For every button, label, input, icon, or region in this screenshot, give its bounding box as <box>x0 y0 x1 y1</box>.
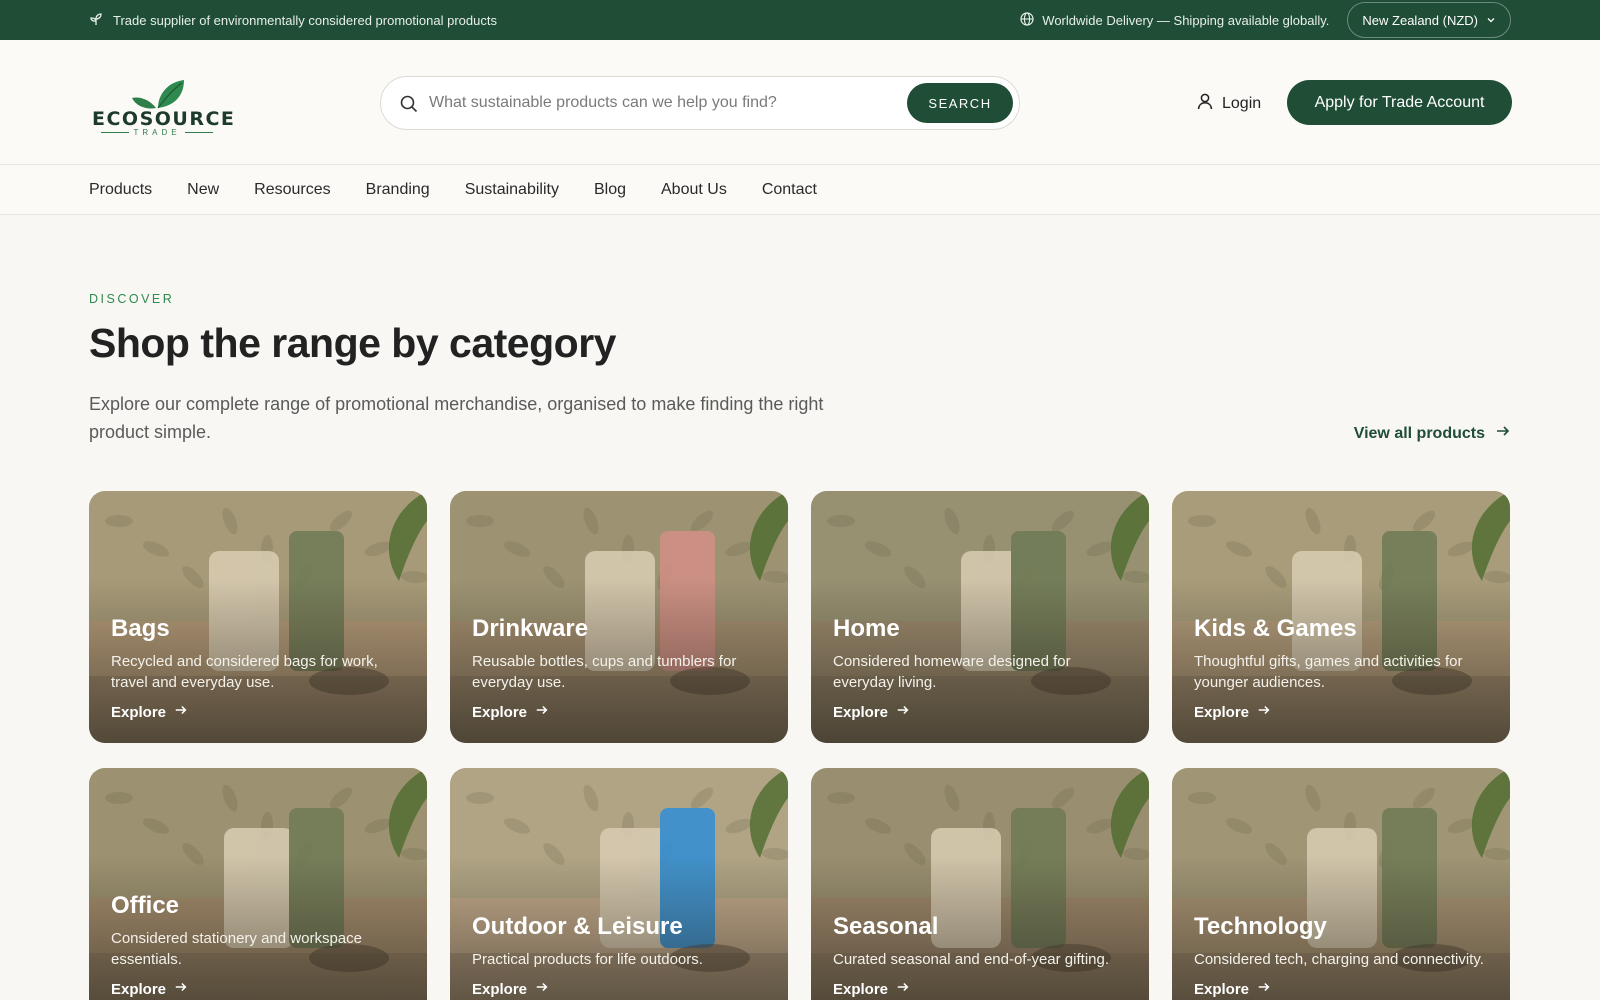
explore-link[interactable]: Explore <box>111 980 405 998</box>
tagline-group: Trade supplier of environmentally consid… <box>89 0 497 40</box>
category-name: Technology <box>1194 913 1327 940</box>
section-title: Shop the range by category <box>89 320 616 366</box>
category-card-outdoor-leisure[interactable]: Outdoor & Leisure Practical products for… <box>450 768 788 1000</box>
explore-label: Explore <box>472 703 528 721</box>
section-eyebrow: DISCOVER <box>89 292 175 306</box>
arrow-right-icon <box>896 980 910 998</box>
tagline-text: Trade supplier of environmentally consid… <box>113 12 497 28</box>
category-description: Thoughtful gifts, games and activities f… <box>1194 653 1463 691</box>
nav-item-products[interactable]: Products <box>89 181 152 199</box>
arrow-right-icon <box>1257 703 1271 721</box>
user-icon <box>1196 92 1214 115</box>
arrow-right-icon <box>1257 980 1271 998</box>
nav-item-resources[interactable]: Resources <box>254 181 330 199</box>
category-description: Considered stationery and workspace esse… <box>111 930 362 968</box>
category-description: Considered homeware designed for everyda… <box>833 653 1071 691</box>
explore-link[interactable]: Explore <box>111 703 405 721</box>
explore-label: Explore <box>833 980 889 998</box>
region-value: New Zealand (NZD) <box>1362 12 1478 28</box>
explore-link[interactable]: Explore <box>1194 703 1488 721</box>
search-bar: SEARCH <box>380 76 1020 130</box>
arrow-right-icon <box>535 703 549 721</box>
apply-trade-account-button[interactable]: Apply for Trade Account <box>1287 80 1512 125</box>
category-card-kids-games[interactable]: Kids & Games Thoughtful gifts, games and… <box>1172 491 1510 743</box>
chevron-down-icon <box>1486 13 1496 28</box>
search-icon <box>399 94 419 114</box>
view-all-label: View all products <box>1353 424 1485 442</box>
category-card-office[interactable]: Office Considered stationery and workspa… <box>89 768 427 1000</box>
category-name: Outdoor & Leisure <box>472 913 683 940</box>
category-description: Considered tech, charging and connectivi… <box>1194 951 1484 968</box>
category-description: Practical products for life outdoors. <box>472 951 703 968</box>
nav-item-new[interactable]: New <box>187 181 219 199</box>
nav-item-about-us[interactable]: About Us <box>661 181 727 199</box>
explore-label: Explore <box>111 703 167 721</box>
explore-label: Explore <box>833 703 889 721</box>
explore-label: Explore <box>111 980 167 998</box>
delivery-text: Worldwide Delivery — Shipping available … <box>1042 12 1330 28</box>
top-announcement-bar: Trade supplier of environmentally consid… <box>0 0 1600 40</box>
category-card-home[interactable]: Home Considered homeware designed for ev… <box>811 491 1149 743</box>
explore-link[interactable]: Explore <box>833 980 1127 998</box>
leaf-logo-icon <box>132 80 184 109</box>
explore-label: Explore <box>1194 980 1250 998</box>
nav-item-blog[interactable]: Blog <box>594 181 626 199</box>
category-card-bags[interactable]: Bags Recycled and considered bags for wo… <box>89 491 427 743</box>
login-link[interactable]: Login <box>1196 92 1261 115</box>
explore-link[interactable]: Explore <box>833 703 1127 721</box>
logo-subtext: TRADE <box>92 128 222 137</box>
main-navigation: Products New Resources Branding Sustaina… <box>0 165 1600 215</box>
category-name: Seasonal <box>833 913 939 940</box>
category-card-technology[interactable]: Technology Considered tech, charging and… <box>1172 768 1510 1000</box>
category-name: Kids & Games <box>1194 615 1357 642</box>
category-card-drinkware[interactable]: Drinkware Reusable bottles, cups and tum… <box>450 491 788 743</box>
globe-icon <box>1020 11 1034 29</box>
delivery-info: Worldwide Delivery — Shipping available … <box>1020 11 1330 29</box>
category-description: Reusable bottles, cups and tumblers for … <box>472 653 737 691</box>
arrow-right-icon <box>535 980 549 998</box>
arrow-right-icon <box>1495 423 1511 444</box>
explore-link[interactable]: Explore <box>1194 980 1488 998</box>
explore-label: Explore <box>1194 703 1250 721</box>
category-description: Recycled and considered bags for work, t… <box>111 653 378 691</box>
ecosource-logo[interactable]: ECOSOURCE TRADE <box>92 70 236 137</box>
region-selector[interactable]: New Zealand (NZD) <box>1347 2 1511 38</box>
nav-item-branding[interactable]: Branding <box>366 181 430 199</box>
view-all-products-link[interactable]: View all products <box>1354 423 1511 444</box>
arrow-right-icon <box>174 980 188 998</box>
logo-wordmark: ECOSOURCE <box>92 108 236 130</box>
category-description: Curated seasonal and end-of-year gifting… <box>833 951 1110 968</box>
category-name: Bags <box>111 615 170 642</box>
arrow-right-icon <box>174 703 188 721</box>
sprout-icon <box>89 12 103 29</box>
category-name: Drinkware <box>472 615 589 642</box>
category-name: Home <box>833 615 900 642</box>
search-input[interactable] <box>429 85 889 121</box>
arrow-right-icon <box>896 703 910 721</box>
login-label: Login <box>1222 94 1262 112</box>
topbar-right: Worldwide Delivery — Shipping available … <box>1020 0 1511 40</box>
site-header: ECOSOURCE TRADE SEARCH Login Apply for T… <box>0 40 1600 165</box>
section-description: Explore our complete range of promotiona… <box>89 394 824 442</box>
search-button[interactable]: SEARCH <box>907 83 1013 123</box>
category-name: Office <box>111 892 180 919</box>
explore-link[interactable]: Explore <box>472 980 766 998</box>
nav-item-sustainability[interactable]: Sustainability <box>465 181 559 199</box>
nav-item-contact[interactable]: Contact <box>762 181 817 199</box>
explore-link[interactable]: Explore <box>472 703 766 721</box>
category-card-seasonal[interactable]: Seasonal Curated seasonal and end-of-yea… <box>811 768 1149 1000</box>
explore-label: Explore <box>472 980 528 998</box>
